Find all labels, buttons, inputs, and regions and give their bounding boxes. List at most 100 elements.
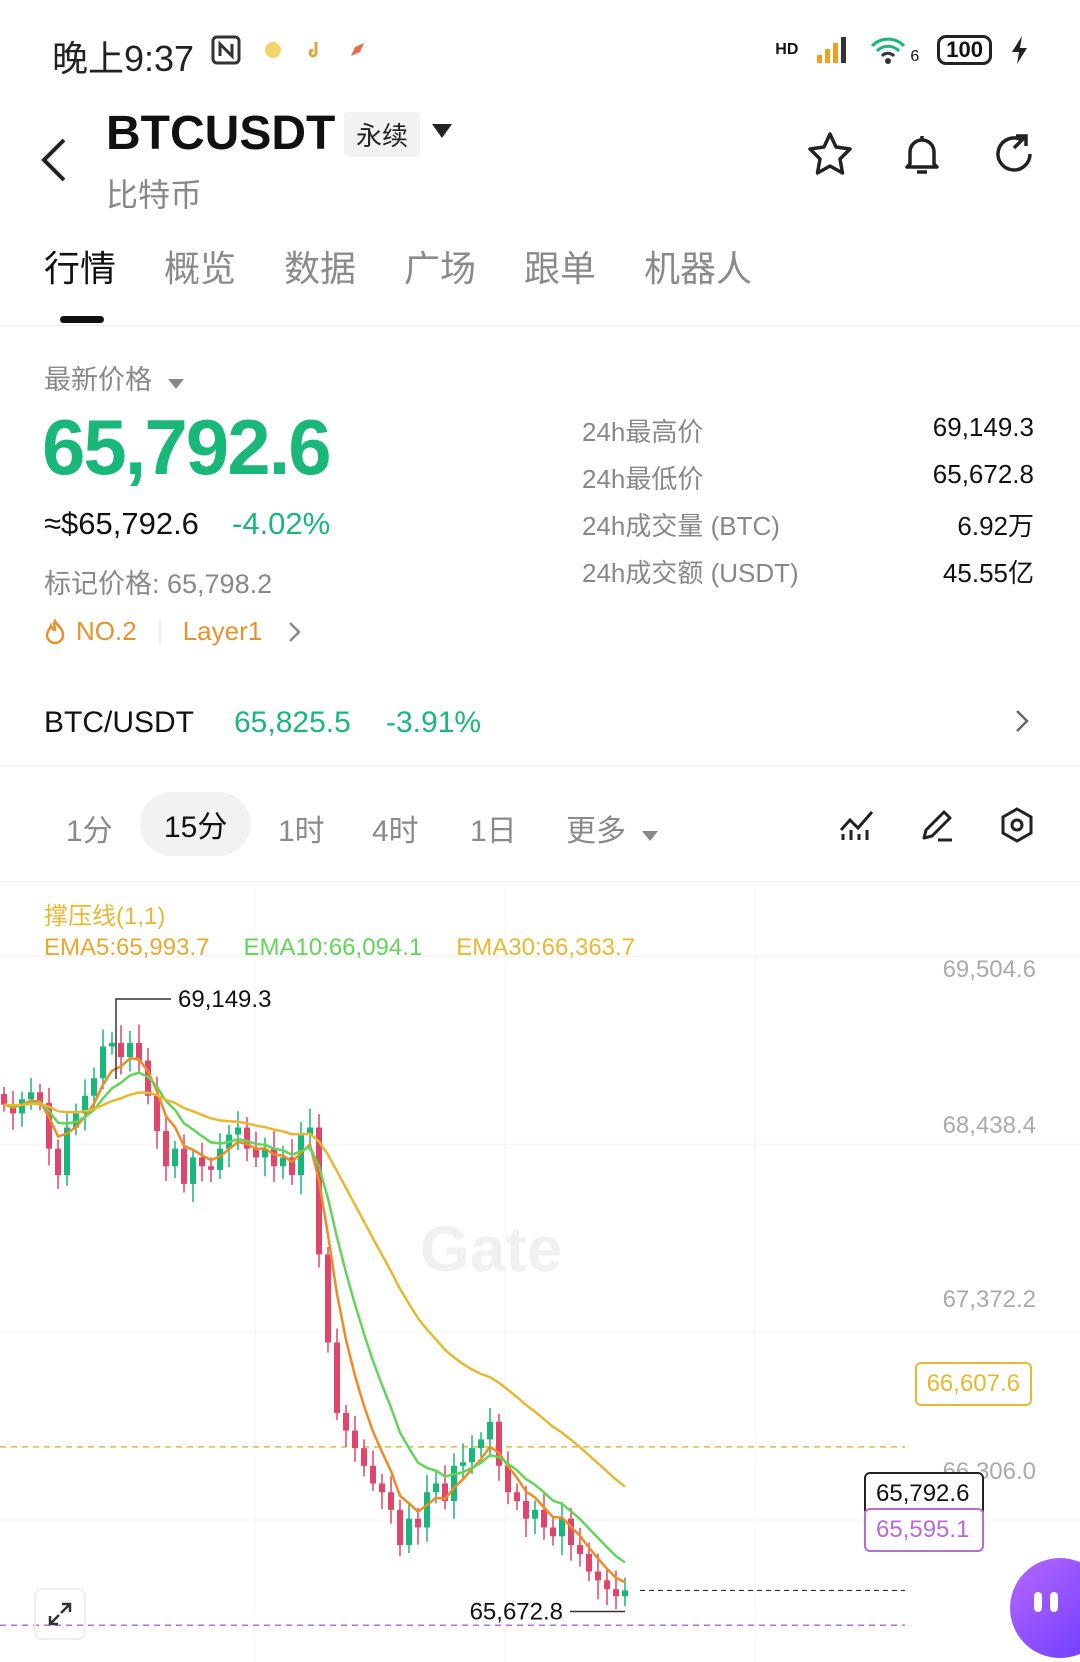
candle-body [118, 1042, 124, 1058]
candle-body [172, 1148, 178, 1167]
signal-icon: HD [775, 41, 799, 58]
candle-body [388, 1492, 394, 1510]
candle-body [325, 1254, 331, 1343]
share-icon [996, 134, 1032, 172]
candle-body [217, 1148, 223, 1170]
alert-button[interactable] [898, 130, 946, 178]
pair-subtitle: 比特币 [106, 177, 203, 213]
stat-row: 24h最高价 69,149.3 [582, 412, 1034, 459]
status-bar: 晚上9:37 HD 6 100 [0, 0, 1080, 100]
mark-price: 标记价格: 65,798.2 [44, 569, 273, 599]
indicator-icon [839, 811, 874, 840]
contract-dropdown-button[interactable] [432, 124, 452, 143]
tab-copy-trading[interactable]: 跟单 [524, 240, 596, 292]
24h-stats: 24h最高价 69,149.3 24h最低价 65,672.8 24h成交量 (BT… [582, 412, 1034, 600]
chevron-right-icon [289, 621, 301, 642]
star-icon [808, 132, 852, 175]
caret-down-icon [642, 831, 659, 841]
back-button[interactable] [40, 130, 80, 190]
candle-body [208, 1166, 214, 1170]
kline-chart[interactable]: Gate 69,149.3 65,672.8 撑压线(1,1) EMA5:65,9… [0, 882, 1080, 1662]
caret-down-icon [167, 379, 184, 389]
candle-body [550, 1527, 556, 1537]
tab-market[interactable]: 行情 [44, 240, 116, 292]
tab-bots[interactable]: 机器人 [644, 240, 752, 292]
indicator-button[interactable] [838, 806, 876, 844]
candle-body [154, 1095, 160, 1132]
candle-body [469, 1448, 475, 1463]
indicator-title[interactable]: 撑压线(1,1) [44, 896, 165, 931]
candle-body [253, 1148, 259, 1158]
tab-overview[interactable]: 概览 [164, 240, 236, 292]
interval-15m[interactable]: 15分 [140, 792, 252, 856]
interval-1h[interactable]: 1时 [278, 806, 325, 850]
candle-body [460, 1462, 466, 1466]
candle-body [181, 1148, 187, 1184]
status-system-icons: HD 6 100 [775, 34, 1030, 66]
rank-divider [158, 619, 161, 644]
stat-label: 24h最高价 [582, 417, 704, 447]
candle-body [28, 1092, 34, 1100]
header-actions [806, 130, 1038, 178]
stat-value: 6.92万 [957, 511, 1034, 541]
candle-body [577, 1545, 583, 1554]
stat-row: 24h成交量 (BTC) 6.92万 [582, 506, 1034, 553]
contract-type-badge[interactable]: 永续 [344, 112, 421, 157]
candle-body [478, 1439, 484, 1449]
candle-body [433, 1483, 439, 1493]
fullscreen-button[interactable] [34, 1588, 86, 1640]
interval-1m[interactable]: 1分 [66, 806, 113, 850]
tab-data[interactable]: 数据 [284, 240, 356, 292]
share-button[interactable] [990, 130, 1038, 178]
expand-icon [48, 1602, 72, 1626]
draw-button[interactable] [918, 806, 956, 844]
tab-square[interactable]: 广场 [404, 240, 476, 292]
favorite-button[interactable] [806, 130, 854, 178]
interval-more-label: 更多 [566, 815, 626, 848]
stat-label: 24h成交量 (BTC) [582, 511, 780, 541]
ema5-label: EMA5:65,993.7 [44, 934, 210, 961]
y-axis-label: 68,438.4 [942, 1112, 1036, 1139]
support-price-tag[interactable]: 65,595.1 [864, 1508, 984, 1552]
stat-label: 24h成交额 (USDT) [582, 558, 799, 588]
rank-row[interactable]: NO.2 Layer1 [44, 616, 302, 647]
status-time: 晚上9:37 [52, 38, 195, 79]
candle-body [343, 1412, 349, 1431]
candle-body [352, 1430, 358, 1449]
rank-label: NO.2 [76, 616, 137, 646]
high-price-label: 69,149.3 [178, 986, 271, 1013]
chart-tools [838, 806, 1036, 844]
candle-body [541, 1509, 547, 1528]
candle-body [55, 1148, 61, 1176]
interval-4h[interactable]: 4时 [372, 806, 419, 850]
candle-body [397, 1509, 403, 1546]
spot-pair-row[interactable]: BTC/USDT 65,825.5 -3.91% [0, 680, 1080, 766]
candle-body [568, 1518, 574, 1546]
candle-body [604, 1580, 610, 1590]
candle-body [91, 1078, 97, 1096]
candle-body [235, 1127, 241, 1135]
low-price-label: 65,672.8 [470, 1599, 563, 1626]
chevron-right-icon [1016, 710, 1029, 732]
chart-settings-button[interactable] [998, 806, 1036, 844]
candle-body [190, 1157, 196, 1184]
candle-body [595, 1571, 601, 1581]
flame-icon [45, 618, 65, 644]
candle-body [415, 1518, 421, 1528]
candle-body [523, 1501, 529, 1519]
latest-price-label-text: 最新价格 [44, 365, 152, 395]
resistance-price-tag[interactable]: 66,607.6 [914, 1362, 1032, 1406]
stat-label: 24h最低价 [582, 464, 704, 494]
latest-price-label[interactable]: 最新价格 [44, 358, 184, 397]
interval-1d[interactable]: 1日 [470, 806, 517, 850]
candle-body [127, 1042, 133, 1058]
charging-icon [1012, 36, 1027, 64]
interval-more[interactable]: 更多 [566, 806, 659, 850]
candle-body [424, 1492, 430, 1528]
pair-title: BTCUSDT [106, 107, 336, 160]
main-tabs: 行情 概览 数据 广场 跟单 机器人 [0, 240, 1080, 326]
wifi-icon [871, 37, 906, 64]
candle-body [163, 1131, 169, 1167]
rocket-icon [351, 43, 364, 56]
stat-row: 24h成交额 (USDT) 45.55亿 [582, 553, 1034, 600]
